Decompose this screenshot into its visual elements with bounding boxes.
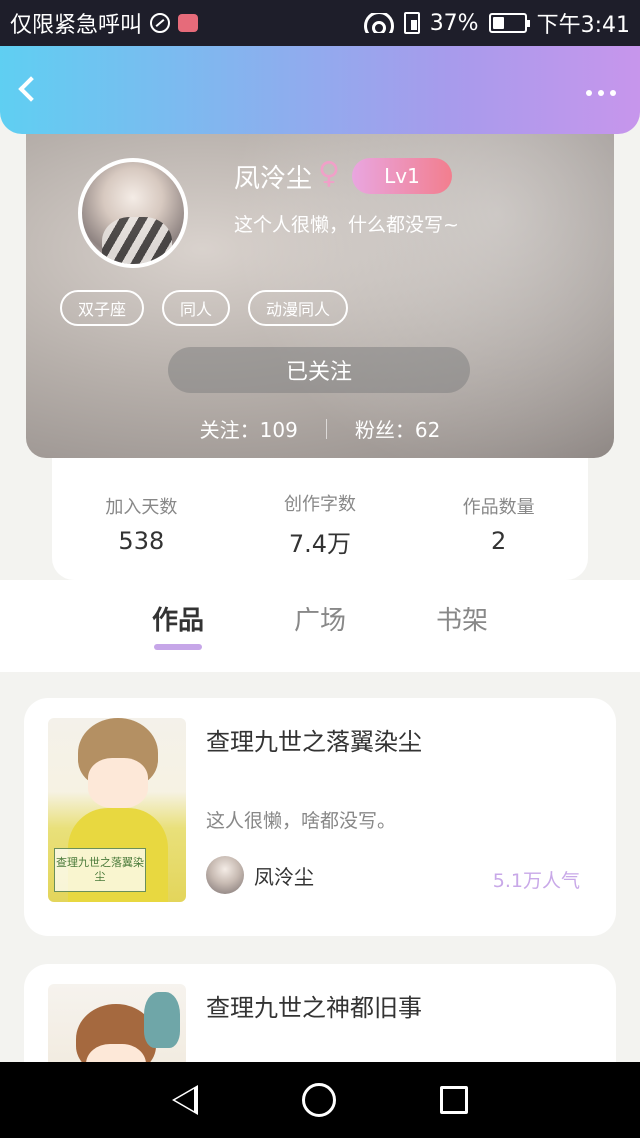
author-name: 凤泠尘	[254, 864, 314, 889]
clock: 下午3:41	[536, 13, 630, 38]
following-count[interactable]: 关注：109	[200, 414, 298, 443]
battery-level	[492, 17, 504, 29]
sim-icon	[403, 12, 420, 34]
join-days-label: 加入天数	[105, 497, 178, 518]
avatar[interactable]	[78, 158, 188, 268]
back-icon[interactable]	[18, 76, 44, 102]
word-count-label: 创作字数	[283, 493, 356, 515]
tab-works[interactable]: 作品	[152, 600, 204, 650]
tab-bar: 作品 广场 书架	[0, 580, 640, 672]
nav-home-icon[interactable]	[302, 1083, 336, 1117]
join-days-value: 538	[118, 527, 165, 555]
follow-button[interactable]: 已关注	[168, 347, 470, 393]
author-row: 凤泠尘	[206, 856, 314, 894]
tag-zodiac[interactable]: 双子座	[60, 290, 145, 326]
battery-icon	[488, 13, 530, 33]
female-icon: ♀	[318, 156, 340, 191]
top-header	[0, 46, 640, 134]
work-card[interactable]: 查理九世之落翼染尘 查理九世之落翼染尘 这人很懒，啥都没写。 凤泠尘 5.1万人…	[24, 698, 616, 936]
followers-count[interactable]: 粉丝：62	[355, 414, 440, 443]
bio-text: 这个人很懒，什么都没写~	[234, 214, 459, 236]
work-title[interactable]: 查理九世之落翼染尘	[206, 722, 422, 757]
tag-list: 双子座 同人 动漫同人	[60, 290, 349, 326]
join-days: 加入天数 538	[105, 493, 177, 555]
tab-bookshelf[interactable]: 书架	[436, 600, 488, 650]
more-options-icon[interactable]	[586, 90, 616, 96]
works-count-label: 作品数量	[462, 497, 535, 518]
username: 凤泠尘	[234, 164, 313, 194]
status-bar: 仅限紧急呼叫 37% 下午3:41	[0, 0, 640, 46]
work-description: 这人很懒，啥都没写。	[206, 810, 397, 832]
author-avatar	[206, 856, 244, 894]
work-title[interactable]: 查理九世之神都旧事	[206, 988, 422, 1023]
cover-figure-face	[88, 758, 148, 808]
info-card: 加入天数 538 创作字数 7.4万 作品数量 2	[52, 440, 588, 580]
work-cover[interactable]: 查理九世之落翼染尘	[48, 718, 186, 902]
tab-plaza[interactable]: 广场	[294, 600, 346, 650]
cover-mask	[144, 992, 180, 1048]
works-count: 作品数量 2	[463, 493, 535, 555]
tag-anime-fanfic[interactable]: 动漫同人	[248, 290, 349, 326]
nav-back-icon[interactable]	[172, 1085, 198, 1115]
level-badge: Lv1	[352, 158, 452, 194]
cover-caption: 查理九世之落翼染尘	[54, 848, 146, 892]
tag-fanfic[interactable]: 同人	[162, 290, 231, 326]
popularity-count: 5.1万人气	[492, 870, 580, 892]
word-count: 创作字数 7.4万	[284, 490, 356, 559]
system-nav-bar	[0, 1062, 640, 1138]
no-sim-icon	[150, 13, 171, 33]
profile-card: 凤泠尘 ♀ Lv1 这个人很懒，什么都没写~ 双子座 同人 动漫同人 已关注 关…	[26, 110, 614, 458]
follow-stats: 关注：109 粉丝：62	[26, 414, 614, 443]
nav-recents-icon[interactable]	[440, 1086, 468, 1114]
works-count-value: 2	[491, 527, 507, 555]
wifi-icon	[363, 13, 394, 33]
app-notification-icon	[178, 14, 199, 32]
battery-percent: 37%	[429, 10, 479, 36]
stats-divider	[325, 418, 327, 439]
carrier-text: 仅限紧急呼叫	[10, 13, 143, 38]
word-count-value: 7.4万	[288, 529, 352, 558]
